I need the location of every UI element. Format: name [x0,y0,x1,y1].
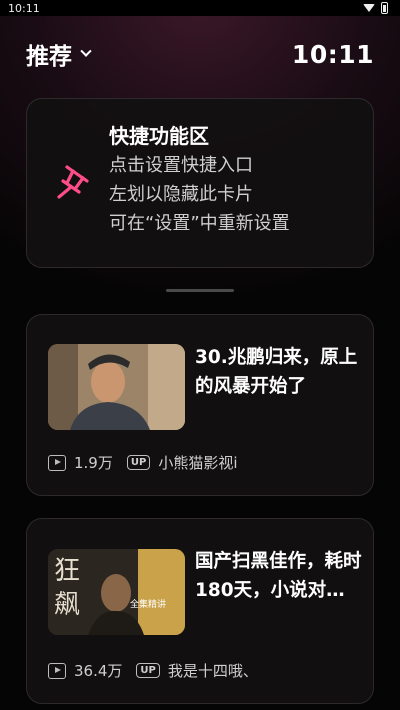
feed-title: 推荐 [26,44,72,70]
video-meta: 36.4万 UP 我是十四哦、 [48,660,258,681]
status-icons [363,2,388,14]
thumbnail-image [48,344,185,430]
shortcut-line-1: 点击设置快捷入口 [109,155,253,176]
video-thumbnail[interactable]: 狂 飙 全集精讲 [48,549,185,635]
play-count-icon [48,662,66,679]
video-card[interactable]: 狂 飙 全集精讲 国产扫黑佳作，耗时180天，小说对… 36.4万 UP 我是十… [26,518,374,704]
play-count-icon [48,454,66,471]
uploader-icon: UP [126,455,151,470]
shortcut-text: 快捷功能区 点击设置快捷入口 左划以隐藏此卡片 可在“设置”中重新设置 [109,121,290,238]
battery-icon [381,2,388,14]
thumbnail-text-2: 飙 [54,590,80,620]
uploader-name[interactable]: 小熊猫影视i [158,452,237,473]
shortcut-card[interactable]: 快捷功能区 点击设置快捷入口 左划以隐藏此卡片 可在“设置”中重新设置 [26,98,374,268]
video-title[interactable]: 国产扫黑佳作，耗时180天，小说对… [195,547,363,605]
clock: 10:11 [291,39,374,69]
section-divider [166,289,234,292]
thumbnail-image: 狂 飙 全集精讲 [48,549,185,635]
chevron-down-icon [80,45,92,57]
shortcut-title: 快捷功能区 [109,124,209,148]
pin-icon [57,165,89,199]
view-count: 36.4万 [74,662,123,680]
status-time: 10:11 [8,1,40,15]
uploader-icon: UP [136,663,160,678]
video-thumbnail[interactable] [48,344,185,430]
wifi-icon [363,4,375,12]
status-bar: 10:11 [0,0,400,16]
video-card[interactable]: 30.兆鹏归来，原上的风暴开始了 1.9万 UP 小熊猫影视i [26,314,374,496]
header: 推荐 10:11 [26,36,374,72]
thumbnail-text-1: 狂 [54,556,80,586]
thumbnail-caption: 全集精讲 [130,598,166,610]
video-meta: 1.9万 UP 小熊猫影视i [48,452,237,473]
view-count: 1.9万 [74,454,113,472]
shortcut-line-2: 左划以隐藏此卡片 [109,184,253,205]
uploader-name[interactable]: 我是十四哦、 [168,660,258,681]
feed-selector[interactable]: 推荐 [26,37,92,71]
video-title[interactable]: 30.兆鹏归来，原上的风暴开始了 [195,343,363,401]
shortcut-line-3: 可在“设置”中重新设置 [109,213,290,234]
